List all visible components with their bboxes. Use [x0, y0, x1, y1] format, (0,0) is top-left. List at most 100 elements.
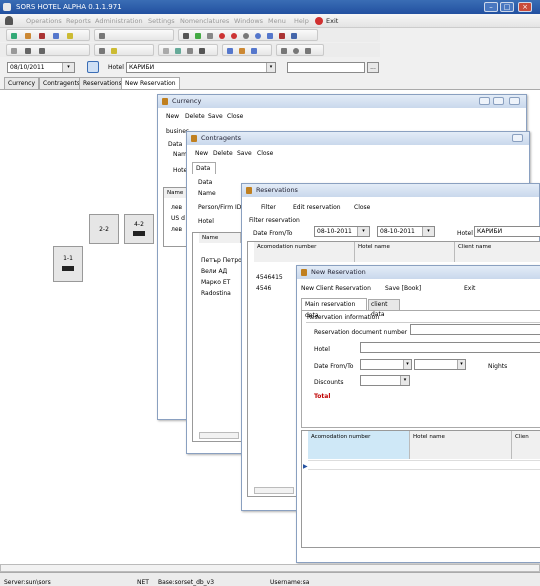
reservations-filter-button[interactable]: Filter	[261, 204, 276, 211]
table-row[interactable]: лев	[171, 204, 182, 211]
calendar-icon[interactable]: ▾	[403, 360, 411, 369]
discounts-label: Discounts	[314, 379, 344, 386]
currency-save-button[interactable]: Save	[208, 113, 223, 120]
new-row[interactable]	[308, 460, 540, 470]
currency-data-label: Data	[168, 141, 183, 148]
date-from-field[interactable]: 08-10-2011 ▾	[314, 226, 370, 237]
reservations-edit-button[interactable]: Edit reservation	[293, 204, 341, 211]
date-from-input[interactable]: ▾	[360, 359, 412, 370]
menu-help[interactable]: Help	[294, 17, 309, 25]
chevron-down-icon[interactable]: ▾	[266, 63, 275, 72]
tab-main-reservation-data[interactable]: Main reservation data	[301, 298, 367, 319]
status-username: Username:sa	[270, 579, 310, 586]
extra-field[interactable]	[287, 62, 365, 73]
currency-close-button[interactable]: Close	[227, 113, 243, 120]
exit-icon[interactable]	[315, 17, 323, 25]
new-reservation-window: New Reservation New Client Reservation S…	[296, 265, 540, 563]
chevron-down-icon[interactable]: ▾	[400, 376, 409, 385]
table-row[interactable]: Вели АД	[201, 268, 227, 275]
toolbar-group	[276, 44, 324, 56]
new-reservation-exit-button[interactable]: Exit	[464, 285, 475, 292]
table-row[interactable]: Radostina	[201, 290, 231, 297]
currency-grid: Name лев US d лев	[163, 187, 188, 247]
date-to-input[interactable]: ▾	[414, 359, 466, 370]
calendar-icon[interactable]: ▾	[62, 63, 74, 72]
table-row[interactable]: Марко ЕТ	[201, 279, 230, 286]
discounts-select[interactable]: ▾	[360, 375, 410, 386]
table-row[interactable]: 4546	[256, 285, 271, 292]
contragents-title-bar: Contragents	[187, 132, 529, 145]
minimize-icon[interactable]	[479, 97, 490, 105]
date-from-to-label: Date From/To	[314, 363, 354, 370]
menu-settings[interactable]: Settings	[148, 17, 175, 25]
contragents-col-name: Name	[199, 233, 241, 243]
status-net: NET	[137, 579, 149, 586]
tab-reservations[interactable]: Reservations	[79, 77, 126, 89]
menu-operations[interactable]: Operations	[26, 17, 62, 25]
save-book-button[interactable]: Save [Book]	[385, 285, 421, 292]
table-row[interactable]: 4546415	[256, 274, 283, 281]
close-icon[interactable]	[509, 97, 520, 105]
maximize-icon[interactable]	[512, 134, 523, 142]
currency-new-button[interactable]: New	[166, 113, 179, 120]
hotel-select[interactable]: КАРИБИ ▾	[126, 62, 276, 73]
toolbar-group	[6, 29, 90, 41]
toolbar-group	[178, 29, 318, 41]
currency-delete-button[interactable]: Delete	[185, 113, 205, 120]
tab-contragents[interactable]: Contragents	[39, 77, 84, 89]
menu-menu[interactable]: Menu	[268, 17, 286, 25]
room-tile[interactable]: 1-1	[53, 246, 83, 282]
contragents-save-button[interactable]: Save	[237, 150, 252, 157]
maximize-icon[interactable]: □	[500, 2, 514, 12]
horizontal-scrollbar[interactable]	[254, 487, 294, 494]
calendar-icon[interactable]: ▾	[422, 227, 434, 236]
hotel-label: Hotel	[108, 64, 124, 71]
ellipsis-button[interactable]: ...	[367, 62, 379, 73]
menu-nomenclatures[interactable]: Nomenclatures	[180, 17, 229, 25]
currency-title: Currency	[172, 97, 202, 105]
table-row[interactable]: лев	[171, 226, 182, 233]
contragents-close-button[interactable]: Close	[257, 150, 273, 157]
table-row[interactable]: Петър Петров	[201, 257, 245, 264]
menu-administration[interactable]: Administration	[95, 17, 143, 25]
calendar-icon[interactable]: ▾	[457, 360, 465, 369]
reservations-hotel-select[interactable]: КАРИБИ	[474, 226, 540, 237]
section-divider	[306, 322, 540, 323]
doc-number-label: Reservation document number	[314, 329, 408, 336]
menu-reports[interactable]: Reports	[66, 17, 91, 25]
tab-client-data[interactable]: client data	[368, 299, 400, 318]
app-menu-icon[interactable]	[5, 16, 13, 25]
hotel-input[interactable]	[360, 342, 540, 353]
date-to-field[interactable]: 08-10-2011 ▾	[377, 226, 435, 237]
contragents-hotel-label: Hotel	[198, 218, 214, 225]
toolbar-group	[94, 29, 174, 41]
date-to-value: 08-10-2011	[380, 228, 415, 235]
refresh-button[interactable]	[87, 61, 99, 73]
minimize-icon[interactable]: –	[484, 2, 498, 12]
toolbar-row-1	[0, 28, 380, 42]
table-row[interactable]: US d	[171, 215, 185, 222]
room-tile[interactable]: 4-2	[124, 214, 154, 244]
room-tile[interactable]: 2-2	[89, 214, 119, 244]
bed-icon	[62, 266, 74, 271]
window-icon	[162, 98, 168, 105]
new-client-reservation-button[interactable]: New Client Reservation	[301, 285, 371, 292]
menu-windows[interactable]: Windows	[234, 17, 263, 25]
reservations-filter-label: Filter reservation	[249, 217, 300, 224]
date-field[interactable]: 08/10/2011 ▾	[7, 62, 75, 73]
calendar-icon[interactable]: ▾	[357, 227, 369, 236]
contragents-data-tab[interactable]: Data	[192, 162, 216, 174]
maximize-icon[interactable]	[493, 97, 504, 105]
reservation-information-label: Reservation information	[307, 314, 380, 321]
contragents-delete-button[interactable]: Delete	[213, 150, 233, 157]
status-base: Base:sorset_db_v3	[158, 579, 215, 586]
horizontal-scrollbar[interactable]	[199, 432, 239, 439]
col-acomodation-number: Acomodation number	[254, 242, 355, 262]
tab-currency[interactable]: Currency	[4, 77, 40, 89]
mdi-horizontal-scrollbar[interactable]	[0, 564, 540, 572]
reservations-close-button[interactable]: Close	[354, 204, 370, 211]
contragents-new-button[interactable]: New	[195, 150, 208, 157]
close-icon[interactable]: ×	[518, 2, 532, 12]
menu-exit[interactable]: Exit	[326, 17, 338, 25]
doc-number-input[interactable]	[410, 324, 540, 335]
